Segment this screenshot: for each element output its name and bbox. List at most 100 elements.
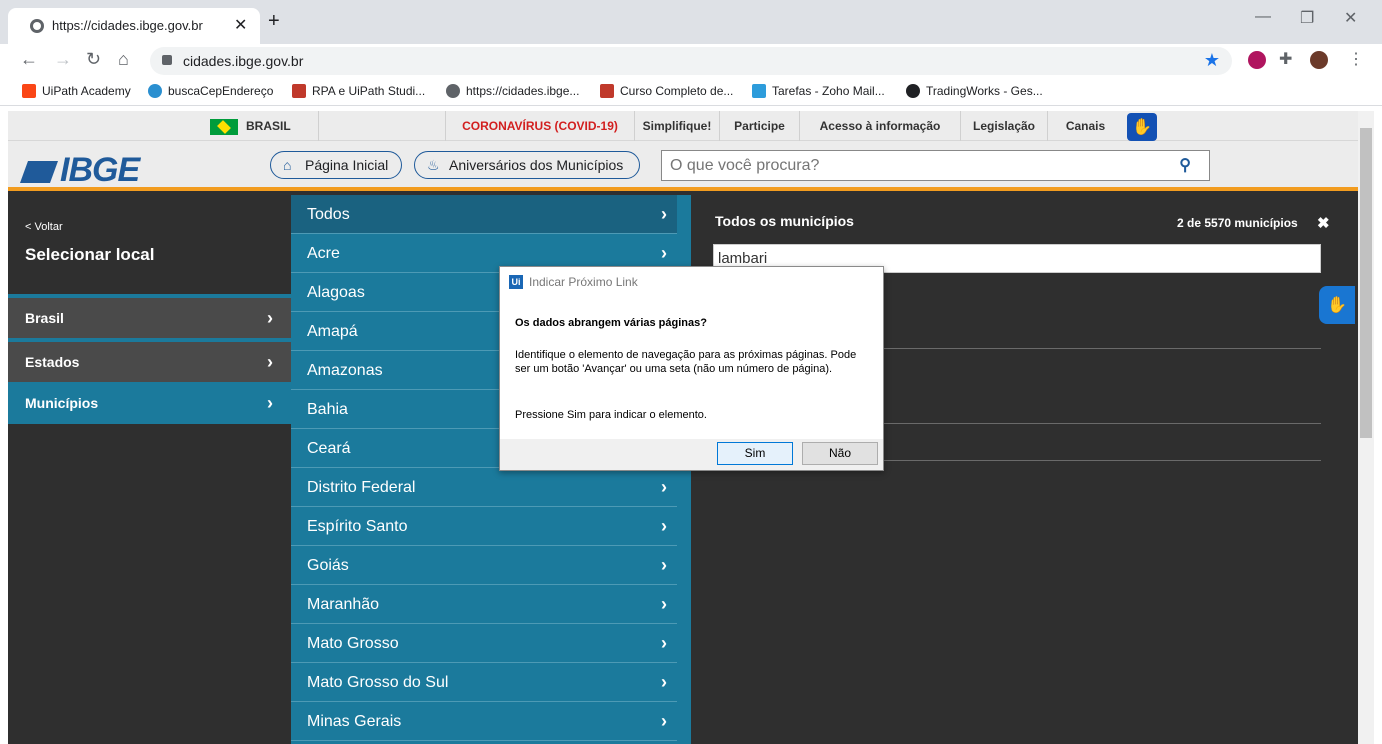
address-bar[interactable]: cidades.ibge.gov.br ★ [150, 47, 1232, 75]
simplifique-link[interactable]: Simplifique! [634, 111, 719, 141]
reload-icon[interactable]: ↻ [86, 49, 101, 70]
cake-icon: ♨ [427, 157, 440, 173]
site-search-box[interactable]: ⚲ [661, 150, 1210, 181]
state-item[interactable]: Maranhão › [291, 585, 677, 624]
new-tab-button[interactable]: + [268, 10, 280, 33]
tab-close-icon[interactable]: ✕ [234, 15, 247, 35]
next-link-dialog: Ui Indicar Próximo Link Os dados abrange… [499, 266, 884, 471]
search-input[interactable] [670, 155, 1150, 177]
participe-link[interactable]: Participe [719, 111, 799, 141]
state-item[interactable]: Espírito Santo › [291, 507, 677, 546]
bookmark-rpa-uipath[interactable]: RPA e UiPath Studi... [292, 84, 425, 98]
tab-title: https://cidades.ibge.gov.br [52, 18, 203, 33]
chevron-right-icon: › [661, 711, 667, 731]
gov-bar: BRASIL CORONAVÍRUS (COVID-19) Simplifiqu… [8, 111, 1358, 141]
bookmarks-bar: UiPath Academy buscaCepEndereço RPA e Ui… [0, 78, 1382, 106]
canais-link[interactable]: Canais [1047, 111, 1123, 141]
uipath-icon: Ui [509, 275, 523, 289]
menu-kebab-icon[interactable]: ⋮ [1348, 49, 1364, 69]
bookmark-star-icon[interactable]: ★ [1204, 50, 1220, 71]
lock-icon [162, 55, 172, 65]
dialog-question: Os dados abrangem várias páginas? [515, 317, 707, 329]
dialog-description: Identifique o elemento de navegação para… [515, 349, 857, 375]
browser-toolbar: ← → ↻ ⌂ cidades.ibge.gov.br ★ ✚ ⋮ [0, 44, 1382, 78]
puzzle-extensions-icon[interactable]: ✚ [1279, 49, 1297, 68]
download-extension-icon[interactable] [1248, 51, 1266, 69]
chevron-right-icon: › [267, 352, 273, 372]
home-link[interactable]: ⌂ Página Inicial [270, 151, 402, 179]
brazil-flag-icon [210, 119, 238, 135]
scrollbar-thumb[interactable] [1360, 128, 1372, 438]
state-item[interactable]: Mato Grosso › [291, 624, 677, 663]
chevron-right-icon: › [267, 308, 273, 328]
bookmark-uipath-academy[interactable]: UiPath Academy [22, 84, 131, 98]
forward-arrow-icon[interactable]: → [54, 49, 72, 70]
sign-language-icon: ✋ [1132, 119, 1152, 136]
state-item[interactable]: Mato Grosso do Sul › [291, 663, 677, 702]
vlibras-top-button[interactable]: ✋ [1127, 113, 1157, 141]
bookmark-cidades-ibge[interactable]: https://cidades.ibge... [446, 84, 579, 98]
bookmark-curso-completo[interactable]: Curso Completo de... [600, 84, 733, 98]
municipios-title: Todos os municípios [715, 213, 854, 229]
chevron-right-icon: › [661, 633, 667, 653]
dialog-title-bar: Ui Indicar Próximo Link [500, 267, 883, 297]
buscacep-icon [148, 84, 162, 98]
profile-avatar[interactable] [1310, 51, 1328, 69]
covid-link[interactable]: CORONAVÍRUS (COVID-19) [445, 111, 634, 141]
url-text: cidades.ibge.gov.br [183, 53, 304, 69]
restore-icon[interactable]: ❐ [1300, 8, 1314, 28]
nav-brasil[interactable]: Brasil › [8, 298, 291, 338]
zoho-mail-icon [752, 84, 766, 98]
dialog-body: Os dados abrangem várias páginas? Identi… [500, 297, 883, 439]
home-icon[interactable]: ⌂ [118, 49, 129, 70]
chevron-right-icon: › [267, 393, 273, 413]
dialog-title: Indicar Próximo Link [529, 275, 638, 289]
yes-button[interactable]: Sim [717, 442, 793, 465]
nav-municipios[interactable]: Municípios › [8, 382, 291, 424]
chevron-right-icon: › [661, 516, 667, 536]
no-button[interactable]: Não [802, 442, 878, 465]
sign-language-icon: ✋ [1327, 297, 1347, 314]
tradingworks-icon [906, 84, 920, 98]
close-icon[interactable]: ✖ [1317, 214, 1330, 232]
dialog-instruction: Pressione Sim para indicar o elemento. [515, 409, 707, 421]
uipath-icon [22, 84, 36, 98]
back-link[interactable]: < Voltar [25, 221, 63, 233]
nav-estados[interactable]: Estados › [8, 342, 291, 382]
chevron-right-icon: › [661, 672, 667, 692]
bookmark-buscacep[interactable]: buscaCepEndereço [148, 84, 273, 98]
state-item[interactable]: Minas Gerais › [291, 702, 677, 741]
chevron-right-icon: › [661, 204, 667, 224]
chevron-right-icon: › [661, 477, 667, 497]
udemy-icon [292, 84, 306, 98]
gov-spacer [318, 111, 445, 141]
globe-icon [446, 84, 460, 98]
close-window-icon[interactable]: ✕ [1344, 8, 1357, 28]
state-item[interactable]: Todos › [291, 195, 677, 234]
ibge-logo[interactable]: IBGE [19, 151, 140, 190]
browser-title-bar: https://cidades.ibge.gov.br ✕ + — ❐ ✕ [0, 0, 1382, 44]
aniversarios-link[interactable]: ♨ Aniversários dos Municípios [414, 151, 640, 179]
minimize-icon[interactable]: — [1255, 8, 1271, 26]
ibge-logo-mark [19, 161, 59, 183]
back-arrow-icon[interactable]: ← [20, 49, 38, 70]
state-item[interactable]: Distrito Federal › [291, 468, 677, 507]
search-icon[interactable]: ⚲ [1179, 155, 1191, 175]
bookmark-tradingworks[interactable]: TradingWorks - Ges... [906, 84, 1043, 98]
gov-brasil-link[interactable]: BRASIL [198, 111, 318, 141]
state-item[interactable]: Goiás › [291, 546, 677, 585]
udemy-icon [600, 84, 614, 98]
home-icon: ⌂ [283, 157, 292, 173]
bookmark-zoho-mail[interactable]: Tarefas - Zoho Mail... [752, 84, 885, 98]
globe-icon [30, 19, 44, 33]
municipios-count: 2 de 5570 municípios [1177, 216, 1298, 230]
vlibras-side-button[interactable]: ✋ [1319, 286, 1355, 324]
chevron-right-icon: › [661, 555, 667, 575]
chevron-right-icon: › [661, 594, 667, 614]
select-location-title: Selecionar local [25, 245, 155, 264]
browser-tab[interactable]: https://cidades.ibge.gov.br ✕ [8, 8, 260, 44]
legislacao-link[interactable]: Legislação [960, 111, 1047, 141]
location-left-panel: < Voltar Selecionar local Brasil › Estado… [8, 195, 291, 744]
acesso-informacao-link[interactable]: Acesso à informação [799, 111, 960, 141]
ibge-header: IBGE ⌂ Página Inicial ♨ Aniversários dos… [8, 141, 1358, 191]
